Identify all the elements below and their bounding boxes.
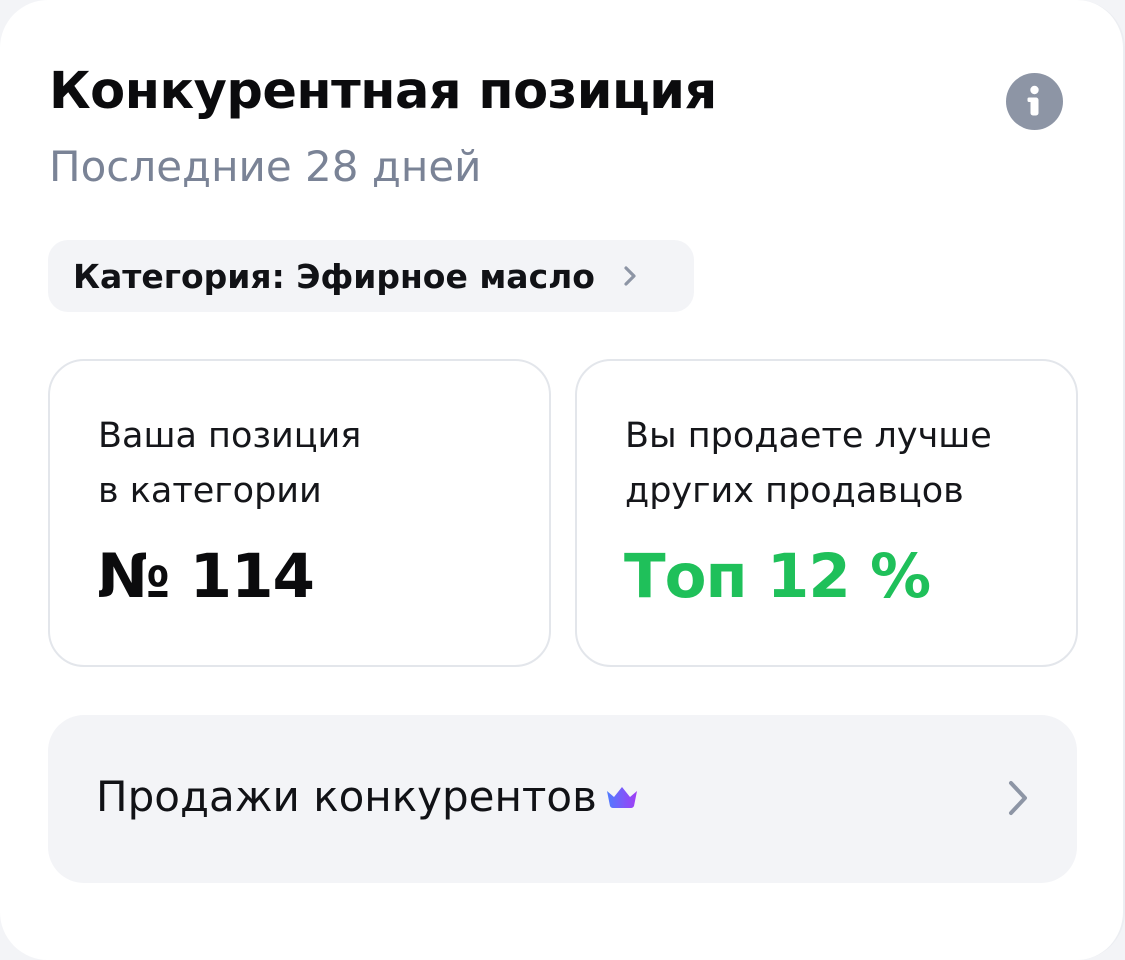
category-chip-label: Категория: Эфирное масло [73, 256, 595, 296]
competitive-position-card: Конкурентная позиция Последние 28 дней К… [0, 0, 1125, 960]
card-title: Конкурентная позиция [49, 62, 717, 121]
competitor-sales-label-wrap: Продажи конкурентов [96, 772, 641, 821]
chevron-right-icon [623, 265, 637, 287]
position-stat-value: № 114 [97, 541, 315, 612]
category-filter-chip[interactable]: Категория: Эфирное масло [48, 240, 694, 312]
info-icon[interactable] [1006, 73, 1063, 130]
top-percent-stat-value: Топ 12 % [624, 541, 931, 612]
competitor-sales-label: Продажи конкурентов [96, 772, 597, 821]
card-subtitle: Последние 28 дней [49, 142, 482, 191]
crown-icon [603, 782, 641, 812]
position-stat-label: Ваша позиция в категории [98, 416, 362, 511]
top-percent-stat-label: Вы продаете лучше других продавцов [625, 416, 992, 511]
info-glyph [1027, 85, 1039, 116]
chevron-right-icon [1007, 779, 1029, 821]
top-percent-stat-card: Вы продаете лучше других продавцов Топ 1… [575, 359, 1078, 667]
position-stat-card: Ваша позиция в категории № 114 [48, 359, 551, 667]
competitor-sales-row[interactable]: Продажи конкурентов [48, 715, 1077, 883]
